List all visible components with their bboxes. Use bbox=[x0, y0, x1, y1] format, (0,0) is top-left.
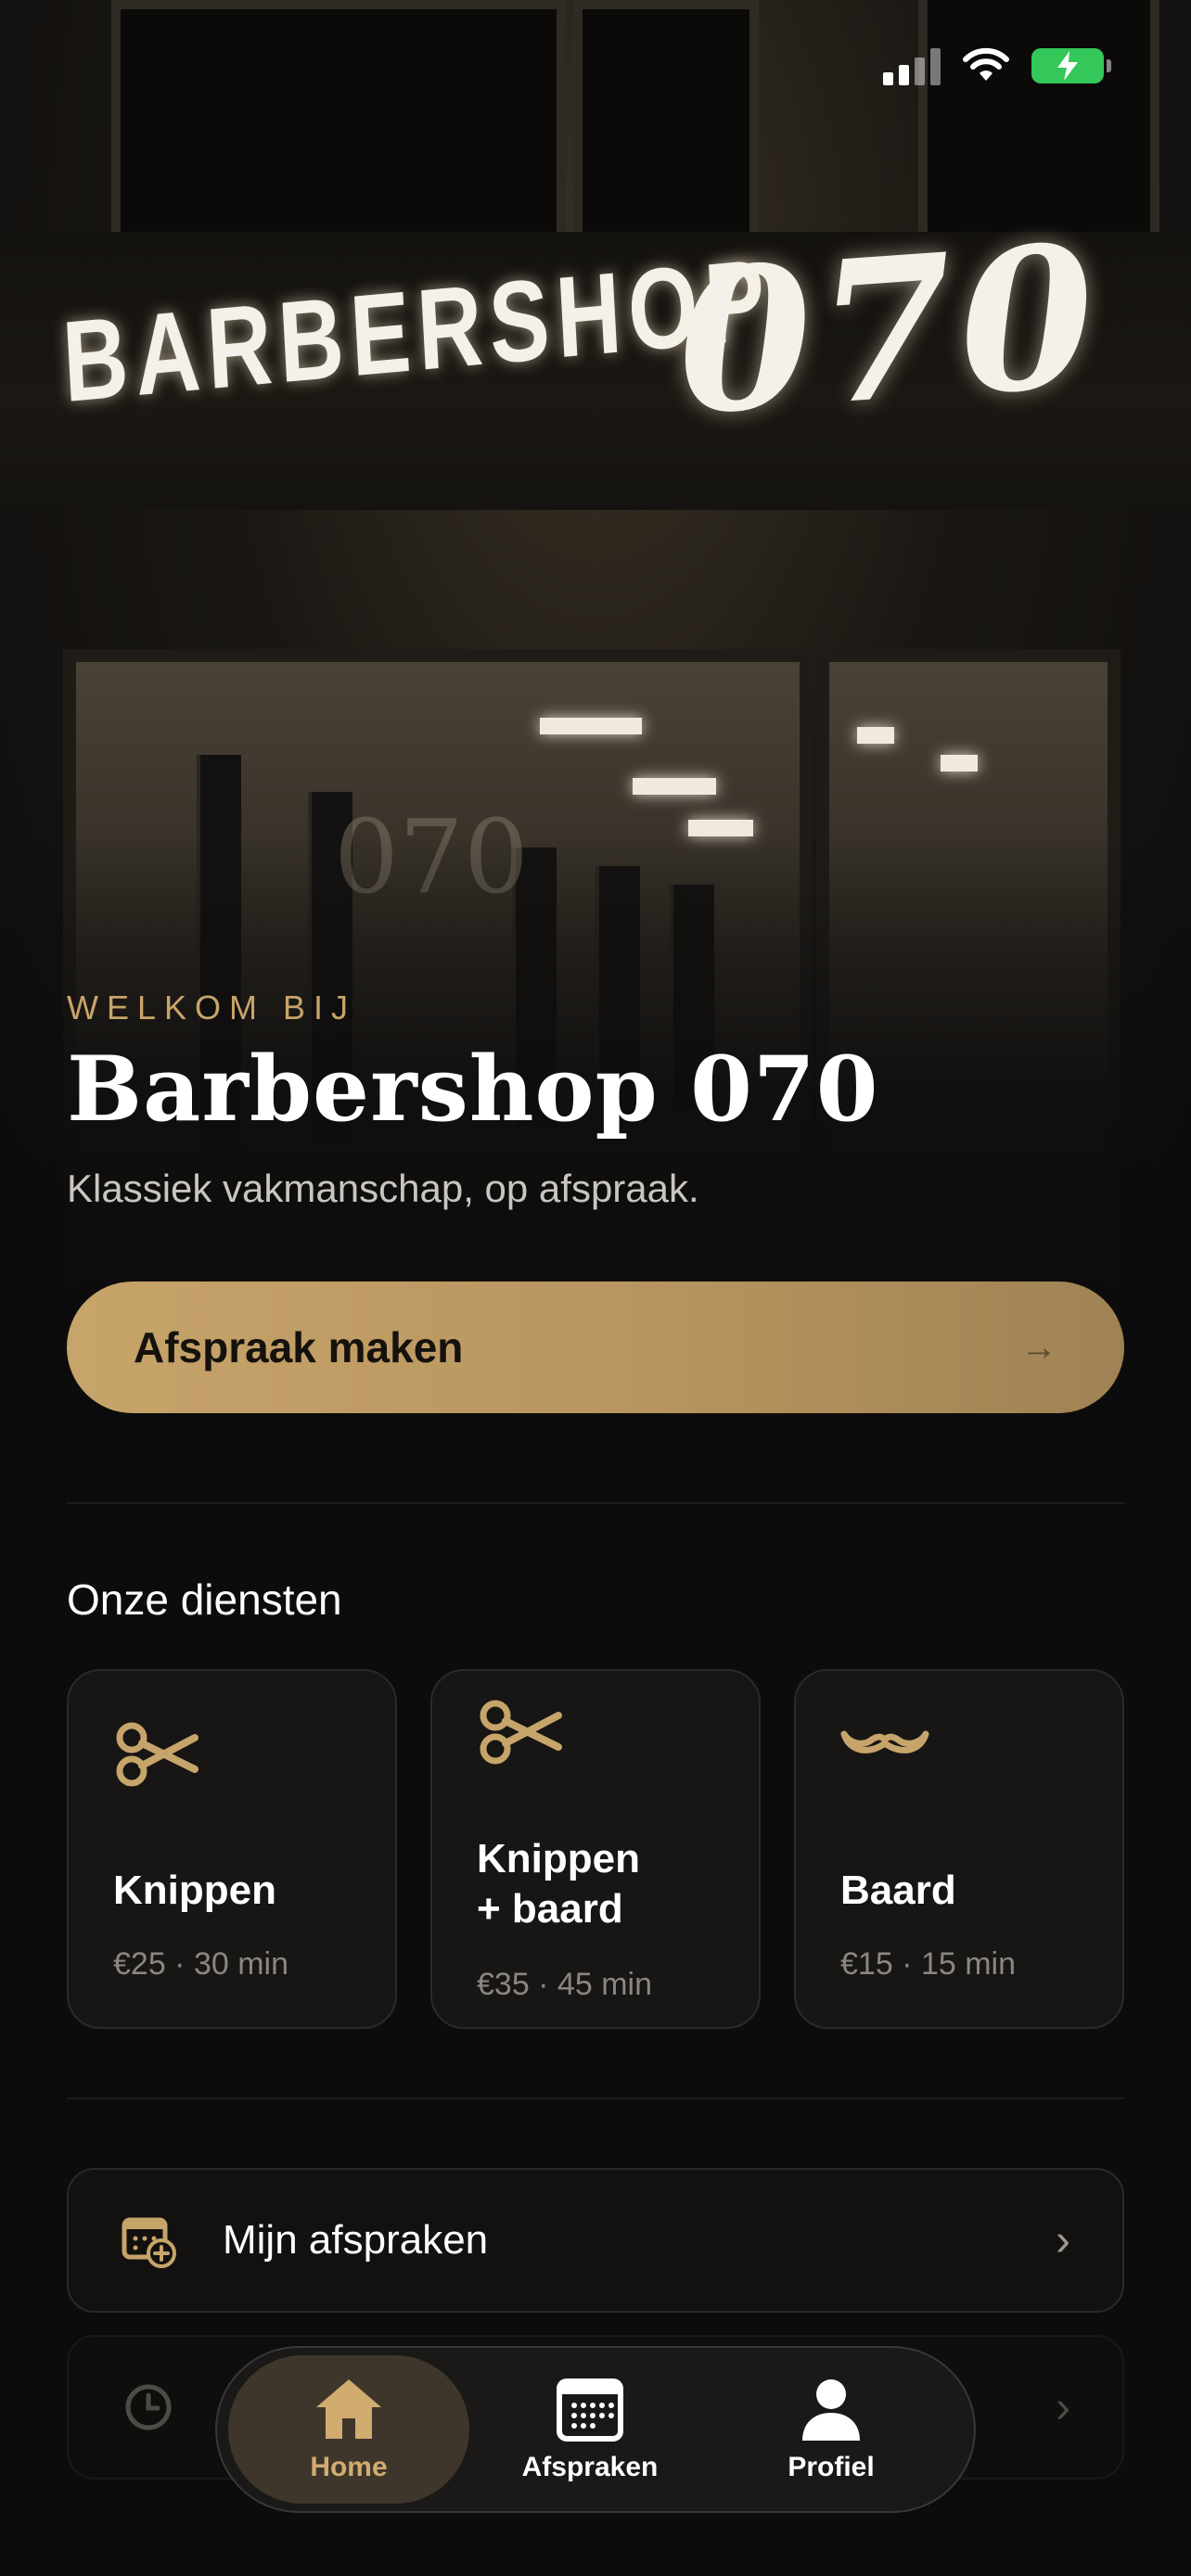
service-name: Knippen bbox=[113, 1868, 276, 1913]
services-heading: Onze diensten bbox=[67, 1575, 342, 1624]
mustache-icon bbox=[840, 1730, 929, 1753]
tab-label: Home bbox=[310, 2452, 388, 2482]
wifi-icon bbox=[963, 47, 1009, 81]
cellular-signal-icon bbox=[883, 46, 941, 85]
calendar-icon bbox=[557, 2378, 623, 2442]
ceiling-light bbox=[540, 718, 642, 734]
service-card-knippen-baard[interactable]: Knippen + baard €35 · 45 min bbox=[430, 1669, 761, 2029]
ceiling-light bbox=[941, 755, 978, 772]
battery-charging-icon bbox=[1031, 48, 1111, 83]
scissors-icon bbox=[480, 1700, 562, 1765]
tab-bar: Home Afspraken Profiel bbox=[215, 2346, 976, 2513]
status-bar bbox=[883, 46, 1111, 85]
service-name-line: Knippen bbox=[477, 1836, 640, 1881]
divider bbox=[67, 2098, 1124, 2099]
ceiling-light bbox=[857, 727, 894, 744]
service-card-knippen[interactable]: Knippen €25 · 30 min bbox=[67, 1669, 397, 2029]
calendar-add-icon bbox=[122, 2217, 176, 2268]
my-appointments-label: Mijn afspraken bbox=[223, 2217, 489, 2263]
service-price-duration: €25 · 30 min bbox=[113, 1946, 288, 1982]
tab-profiel[interactable]: Profiel bbox=[711, 2355, 952, 2504]
home-icon bbox=[316, 2379, 381, 2439]
shop-sign-number: 070 bbox=[669, 200, 1108, 459]
scissors-icon bbox=[116, 1722, 198, 1787]
page-title: Barbershop 070 bbox=[67, 1037, 879, 1141]
service-price-duration: €15 · 15 min bbox=[840, 1946, 1016, 1982]
service-name: Knippen + baard bbox=[477, 1834, 640, 1934]
welcome-eyebrow: WELKOM BIJ bbox=[67, 988, 357, 1027]
ceiling-light bbox=[633, 778, 716, 795]
tab-afspraken[interactable]: Afspraken bbox=[469, 2355, 711, 2504]
app-screen: BARBERSHOP 070 070 bbox=[0, 0, 1191, 2576]
book-appointment-button[interactable]: Afspraak maken → bbox=[67, 1282, 1124, 1413]
chevron-right-icon: › bbox=[1056, 2215, 1070, 2265]
tab-label: Afspraken bbox=[521, 2452, 659, 2482]
tab-home[interactable]: Home bbox=[228, 2355, 469, 2504]
page-subtitle: Klassiek vakmanschap, op afspraak. bbox=[67, 1167, 699, 1210]
arrow-right-icon: → bbox=[1020, 1326, 1057, 1368]
services-list: Knippen €25 · 30 min Knippen + baard €35… bbox=[67, 1669, 1124, 2029]
service-price-duration: €35 · 45 min bbox=[477, 1967, 652, 2002]
clock-icon bbox=[125, 2384, 172, 2430]
person-icon bbox=[802, 2379, 860, 2441]
service-name-line: + baard bbox=[477, 1886, 623, 1932]
book-appointment-label: Afspraak maken bbox=[134, 1323, 464, 1371]
service-card-baard[interactable]: Baard €15 · 15 min bbox=[794, 1669, 1124, 2029]
divider bbox=[67, 1502, 1124, 1504]
tab-label: Profiel bbox=[788, 2452, 875, 2482]
my-appointments-row[interactable]: Mijn afspraken › bbox=[67, 2168, 1124, 2313]
chevron-right-icon: › bbox=[1056, 2382, 1070, 2432]
service-name: Baard bbox=[840, 1868, 956, 1913]
